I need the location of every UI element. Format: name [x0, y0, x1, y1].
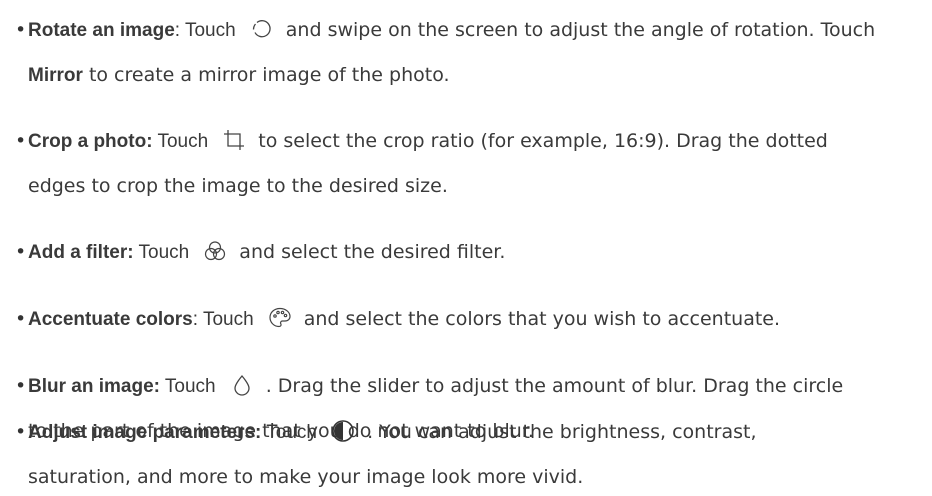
- term-accentuate: Accentuate colors: [28, 309, 193, 330]
- crop-icon: [222, 128, 246, 152]
- bullet: •: [15, 421, 27, 443]
- bullet: •: [15, 375, 27, 397]
- filter-icon: [203, 239, 227, 263]
- bullet: •: [15, 19, 27, 41]
- term-adjust: Adjust image parameters:: [28, 422, 262, 443]
- term-filter: Add a filter:: [28, 242, 134, 263]
- term-mirror: Mirror: [28, 65, 83, 86]
- rotate-icon: [250, 17, 274, 41]
- contrast-icon: [331, 419, 355, 443]
- term-crop: Crop a photo:: [28, 131, 153, 152]
- term-rotate: Rotate an image: [28, 20, 175, 41]
- bullet: •: [15, 130, 27, 152]
- term-blur: Blur an image:: [28, 376, 160, 397]
- droplet-icon: [230, 373, 254, 397]
- palette-icon: [268, 306, 292, 330]
- bullet: •: [15, 241, 27, 263]
- document-page: • Rotate an image: Touch and swipe on th…: [0, 0, 932, 496]
- bullet: •: [15, 308, 27, 330]
